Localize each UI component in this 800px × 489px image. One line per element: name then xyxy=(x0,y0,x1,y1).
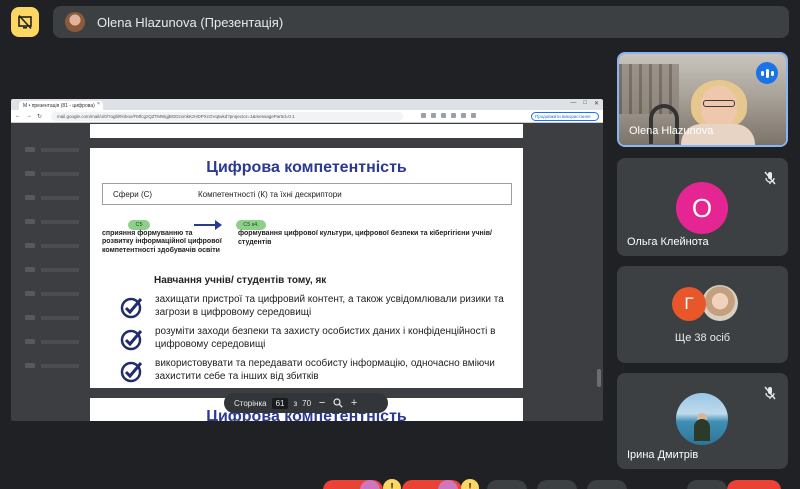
list-item: захищати пристрої та цифровий контент, а… xyxy=(120,293,520,325)
participant-tile-self[interactable]: Olena Hlazunova xyxy=(617,52,788,147)
point-text: розуміти заходи безпеки та захисту особи… xyxy=(155,326,496,350)
competence-description: формування цифрової культури, цифрової б… xyxy=(238,230,492,246)
close-icon: ✕ xyxy=(593,101,599,107)
more-options-button[interactable] xyxy=(587,480,627,489)
mic-off-icon xyxy=(764,171,776,185)
participant-name: Ірина Дмитрів xyxy=(627,449,699,461)
avatar: Г xyxy=(672,287,706,321)
check-circle-icon xyxy=(120,361,143,383)
maximize-icon: □ xyxy=(583,100,587,106)
mic-off-icon xyxy=(764,386,776,400)
close-icon: × xyxy=(97,101,100,107)
minimize-icon: — xyxy=(570,100,577,106)
more-participants-label: Ще 38 осіб xyxy=(674,332,731,344)
participant-tile[interactable]: Ірина Дмитрів xyxy=(617,373,788,469)
header-spheres: Сфери (С) xyxy=(113,190,153,199)
notification-badge: ! xyxy=(383,479,401,489)
zoom-in-button: + xyxy=(350,397,358,409)
avatar xyxy=(702,285,738,321)
slide-title: Цифрова компетентність xyxy=(206,159,407,176)
stop-presenting-icon xyxy=(18,14,32,30)
list-item: розуміти заходи безпеки та захисту особи… xyxy=(120,325,520,357)
browser-tab-strip: M • презентація (81 - цифрова) × — □ ✕ xyxy=(11,99,603,110)
page-of-label: з xyxy=(293,398,298,408)
scrollbar xyxy=(597,369,601,387)
pdf-page: Цифрова компетентність Сфери (С) Компете… xyxy=(90,148,523,388)
avatar xyxy=(65,12,85,32)
page-label: Сторінка xyxy=(234,398,267,408)
header-competences: Компетентності (К) та їхні дескриптори xyxy=(198,190,342,199)
notification-badge: ! xyxy=(461,479,479,489)
shared-screen: M • презентація (81 - цифрова) × — □ ✕ ←… xyxy=(11,99,603,421)
back-icon: ← xyxy=(15,113,21,119)
leave-call-button[interactable] xyxy=(727,480,781,489)
extension-icons xyxy=(421,113,476,118)
zoom-out-button: − xyxy=(318,397,326,409)
check-circle-icon xyxy=(120,297,143,319)
point-text: захищати пристрої та цифровий контент, а… xyxy=(155,294,504,318)
check-circle-icon xyxy=(120,329,143,351)
browser-nav: ← → ↻ xyxy=(15,113,42,120)
previous-page-edge xyxy=(90,124,523,138)
zoom-icon xyxy=(333,398,343,408)
avatar: О xyxy=(676,182,728,234)
more-participants-tile[interactable]: Г Ще 38 осіб xyxy=(617,266,788,363)
competence-code-badge: С5 к4. xyxy=(236,220,266,230)
forward-icon: → xyxy=(26,113,32,119)
participant-name: Ольга Клейнота xyxy=(627,236,709,248)
participant-name: Olena Hlazunova xyxy=(629,125,714,137)
captions-button[interactable] xyxy=(537,480,577,489)
slide-header-table: Сфери (С) Компетентності (К) та їхні дес… xyxy=(102,183,512,205)
avatar xyxy=(676,393,728,445)
list-item: використовувати та передавати особисту і… xyxy=(120,357,520,389)
total-pages: 70 xyxy=(302,398,312,408)
stop-presenting-button[interactable] xyxy=(11,7,39,37)
sphere-code-badge: С5 xyxy=(128,220,150,230)
page-number-input: 61 xyxy=(271,397,289,409)
address-bar: mail.google.com/mail/u/0/?ogbl#inbox/FMf… xyxy=(51,112,403,121)
continue-button: Продовжити використання xyxy=(531,112,599,121)
raise-hand-button[interactable] xyxy=(487,480,527,489)
window-controls: — □ ✕ xyxy=(570,100,599,107)
activities-button[interactable] xyxy=(687,480,727,489)
point-text: використовувати та передавати особисту і… xyxy=(155,358,495,382)
presenter-banner: Olena Hlazunova (Презентація) xyxy=(53,6,789,38)
browser-toolbar: ← → ↻ mail.google.com/mail/u/0/?ogbl#inb… xyxy=(11,110,603,123)
learning-heading: Навчання учнів/ студентів тому, як xyxy=(154,275,327,286)
audio-level-icon xyxy=(756,62,778,84)
reload-icon: ↻ xyxy=(37,114,43,120)
presenter-label: Olena Hlazunova (Презентація) xyxy=(97,14,284,30)
sphere-description: сприяння формуванню та розвитку інформац… xyxy=(102,230,222,254)
participant-tile[interactable]: О Ольга Клейнота xyxy=(617,158,788,256)
browser-tab: M • презентація (81 - цифрова) xyxy=(19,101,103,110)
gmail-sidebar-ghost xyxy=(11,123,91,421)
pdf-page-toolbar: Сторінка 61 з 70 − + xyxy=(224,393,388,413)
